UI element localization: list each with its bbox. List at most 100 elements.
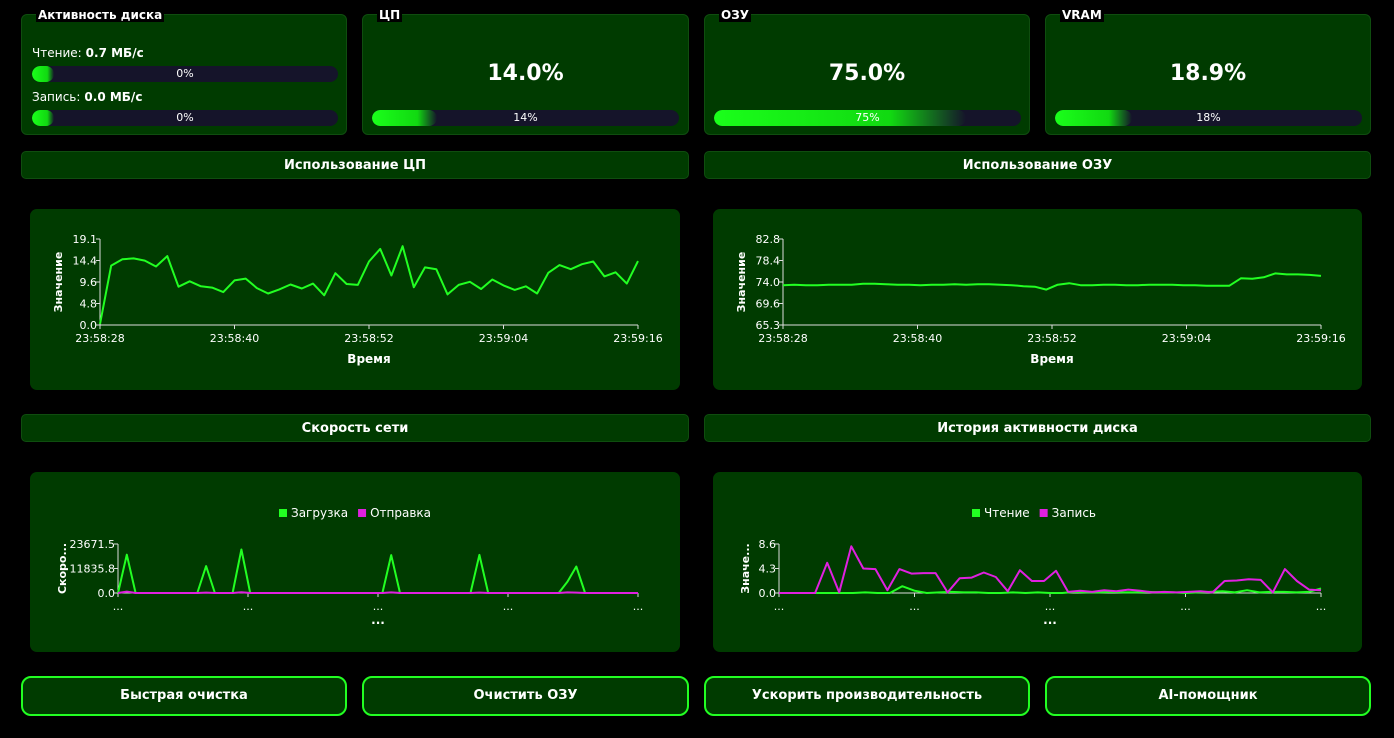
- y-tick-label: 9.6: [80, 276, 98, 289]
- x-axis-label: ...: [1043, 613, 1057, 627]
- ram-progress-text: 75%: [855, 111, 880, 124]
- series-line: [99, 245, 639, 325]
- y-tick-label: 74.0: [756, 276, 781, 289]
- x-tick-label: ...: [1316, 600, 1327, 613]
- disk-history-chart-svg: 0.0 4.3 8.6............ ...... Значе... Чтени…: [739, 506, 1327, 627]
- disk-write-progress: 0%: [32, 110, 338, 126]
- y-tick-label: 78.4: [756, 255, 781, 268]
- x-tick-label: ...: [633, 600, 644, 613]
- y-tick-label: 8.6: [759, 538, 777, 551]
- x-tick-label: 23:59:16: [1296, 332, 1345, 345]
- vram-progress-text: 18%: [1196, 111, 1221, 124]
- y-axis-label: Скоро...: [56, 543, 69, 594]
- y-tick-label: 23671.5: [70, 538, 116, 551]
- y-tick-label: 14.4: [73, 255, 98, 268]
- ram-usage-chart: 65.3 69.6 74.0 78.4 82.8 23:58:28 23:58:40 23:5…: [713, 209, 1362, 390]
- ram-usage-chart-svg: 65.3 69.6 74.0 78.4 82.8 23:58:28 23:58:40 23:5…: [735, 233, 1346, 366]
- disk-read-row: Чтение: 0.7 МБ/с: [32, 46, 144, 60]
- ram-usage-header: Использование ОЗУ: [704, 151, 1371, 179]
- x-tick-label: ...: [1045, 600, 1056, 613]
- boost-performance-button[interactable]: Ускорить производительность: [704, 676, 1030, 716]
- ram-value: 75.0%: [828, 61, 906, 86]
- ram-title: ОЗУ: [719, 8, 751, 22]
- series-line: [117, 548, 638, 594]
- series-line: [782, 272, 1322, 291]
- x-tick-label: ...: [113, 600, 124, 613]
- quick-clean-button[interactable]: Быстрая очистка: [21, 676, 347, 716]
- x-tick-label: 23:59:04: [479, 332, 528, 345]
- x-tick-label: 23:58:28: [758, 332, 807, 345]
- legend-label: Отправка: [370, 506, 431, 520]
- network-speed-chart-svg: 0.0 11835.8 23671.5............ ...... Скоро…: [56, 506, 644, 627]
- clear-ram-button[interactable]: Очистить ОЗУ: [362, 676, 689, 716]
- cpu-progress-text: 14%: [513, 111, 538, 124]
- x-tick-label: ...: [1180, 600, 1191, 613]
- legend-swatch: [1039, 509, 1048, 517]
- cpu-card: ЦП 14.0% 14%: [362, 8, 689, 135]
- y-tick-label: 4.3: [759, 563, 777, 576]
- y-axis-label: Значение: [52, 252, 65, 313]
- legend-swatch: [972, 509, 980, 517]
- x-axis-label: Время: [347, 352, 390, 366]
- vram-title: VRAM: [1060, 8, 1104, 22]
- series-line: [779, 585, 1322, 594]
- disk-activity-title: Активность диска: [36, 8, 165, 22]
- cpu-value: 14.0%: [487, 61, 564, 86]
- legend-swatch: [279, 509, 287, 517]
- y-tick-label: 0.0: [98, 587, 116, 600]
- cpu-usage-header: Использование ЦП: [21, 151, 689, 179]
- x-tick-label: 23:58:40: [210, 332, 259, 345]
- legend-label: Чтение: [984, 506, 1030, 520]
- network-speed-header: Скорость сети: [21, 414, 689, 442]
- vram-value: 18.9%: [1169, 61, 1247, 86]
- y-tick-label: 0.0: [759, 587, 777, 600]
- vram-progress: 18%: [1055, 110, 1362, 126]
- network-speed-chart: 0.0 11835.8 23671.5.................. Скоро…: [30, 472, 680, 652]
- x-tick-label: ...: [909, 600, 920, 613]
- x-tick-label: 23:58:28: [75, 332, 124, 345]
- vram-card: VRAM 18.9% 18%: [1045, 8, 1371, 135]
- ai-assistant-button[interactable]: AI-помощник: [1045, 676, 1371, 716]
- y-tick-label: 82.8: [756, 233, 781, 246]
- y-tick-label: 11835.8: [70, 563, 116, 576]
- legend-swatch: [358, 509, 367, 517]
- legend-label: Запись: [1052, 506, 1096, 520]
- x-axis-label: Время: [1030, 352, 1073, 366]
- disk-activity-card: Активность диска Чтение: 0.7 МБ/с 0% Запи…: [21, 8, 347, 135]
- legend-label: Загрузка: [291, 506, 348, 520]
- disk-history-header: История активности диска: [704, 414, 1371, 442]
- disk-history-chart: 0.0 4.3 8.6.................. Значе... Чтени…: [713, 472, 1362, 652]
- y-tick-label: 65.3: [756, 319, 781, 332]
- y-tick-label: 19.1: [73, 233, 98, 246]
- disk-read-label: Чтение:: [32, 46, 82, 60]
- cpu-usage-chart-svg: 0.0 4.8 9.6 14.4 19.1 23:58:28 23:58:40 23:58:5…: [52, 233, 663, 366]
- x-tick-label: ...: [503, 600, 514, 613]
- x-axis-label: ...: [371, 613, 385, 627]
- disk-read-value: 0.7 МБ/с: [85, 46, 144, 60]
- x-tick-label: ...: [373, 600, 384, 613]
- y-tick-label: 4.8: [80, 298, 98, 311]
- x-tick-label: 23:59:16: [613, 332, 662, 345]
- x-tick-label: 23:58:52: [344, 332, 393, 345]
- disk-read-progress: 0%: [32, 66, 338, 82]
- cpu-title: ЦП: [377, 8, 403, 22]
- ram-card: ОЗУ 75.0% 75%: [704, 8, 1030, 135]
- y-axis-label: Значе...: [739, 543, 752, 593]
- x-tick-label: 23:58:40: [893, 332, 942, 345]
- cpu-usage-chart: 0.0 4.8 9.6 14.4 19.1 23:58:28 23:58:40 23:58:5…: [30, 209, 680, 390]
- disk-write-value: 0.0 МБ/с: [84, 90, 143, 104]
- x-tick-label: ...: [774, 600, 785, 613]
- x-tick-label: 23:59:04: [1162, 332, 1211, 345]
- disk-write-row: Запись: 0.0 МБ/с: [32, 90, 142, 104]
- cpu-progress: 14%: [372, 110, 679, 126]
- x-tick-label: ...: [243, 600, 254, 613]
- disk-write-label: Запись:: [32, 90, 81, 104]
- disk-read-progress-text: 0%: [176, 67, 194, 80]
- series-line: [779, 545, 1322, 594]
- y-tick-label: 0.0: [80, 319, 98, 332]
- y-tick-label: 69.6: [756, 298, 781, 311]
- x-tick-label: 23:58:52: [1027, 332, 1076, 345]
- y-axis-label: Значение: [735, 252, 748, 313]
- ram-progress: 75%: [714, 110, 1021, 126]
- disk-write-progress-text: 0%: [176, 111, 194, 124]
